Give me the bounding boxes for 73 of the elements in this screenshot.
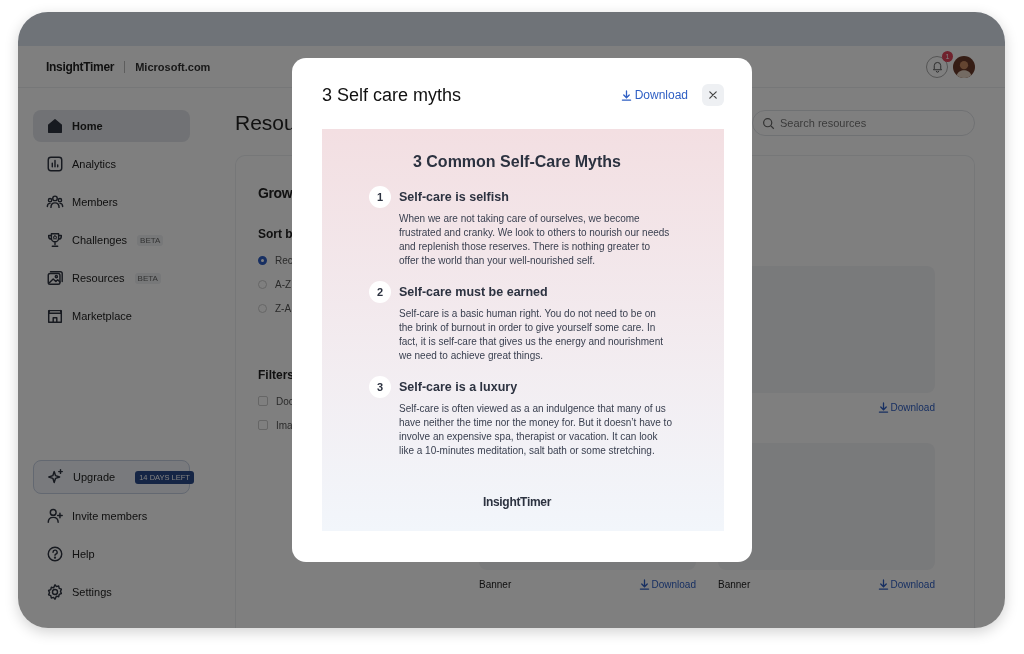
- nav-label: Resources: [72, 272, 125, 284]
- download-link[interactable]: Download: [877, 578, 935, 590]
- chart-icon: [46, 155, 64, 173]
- beta-badge: BETA: [134, 272, 161, 284]
- modal-title: 3 Self care myths: [322, 84, 462, 106]
- number-badge: 3: [369, 376, 391, 398]
- card-label: Banner: [718, 578, 751, 590]
- home-icon: [46, 117, 64, 135]
- card-label: Banner: [479, 578, 512, 590]
- store-icon: [46, 307, 64, 325]
- invite-icon: [46, 507, 64, 525]
- nav-item[interactable]: Resources BETA: [33, 262, 190, 294]
- nav-label: Analytics: [72, 158, 117, 170]
- logo: InsightTimer: [46, 59, 115, 74]
- myth-text: Self-care is often viewed as a an indulgence that many of us have neither the time nor the money for. But it doesn’t have to involve an expensive spa, therapist or vacation. It can look like a 10-minutes meditation, salt bath or some stretching.: [399, 402, 672, 458]
- sort-heading: Sort b: [258, 227, 293, 241]
- notifications-button[interactable]: [926, 55, 948, 78]
- images-icon: [46, 269, 64, 287]
- search-icon: [762, 117, 775, 130]
- nav-item[interactable]: Members: [33, 186, 190, 218]
- sort-option[interactable]: Z-A: [258, 296, 292, 320]
- help-icon: [46, 545, 64, 563]
- myth-title: Self-care is selfish: [399, 189, 510, 206]
- download-icon: [620, 89, 632, 101]
- close-icon: [709, 91, 717, 99]
- download-icon: [638, 578, 650, 590]
- organization-name: Microsoft.com: [135, 60, 211, 73]
- nav-label: Challenges: [72, 234, 128, 246]
- download-link[interactable]: Download: [638, 578, 696, 590]
- download-icon: [877, 578, 889, 590]
- myth-title: Self-care is a luxury: [399, 379, 519, 396]
- myth-text: Self-care is a basic human right. You do not need to be on the brink of burnout in order to give yourself some care. In fact, it is self-care that gives us the energy and nourishment we need to achieve great things.: [399, 307, 665, 363]
- document-heading: 3 Common Self-Care Myths: [411, 153, 622, 171]
- nav-label: Settings: [72, 586, 112, 598]
- logo: InsightTimer: [481, 495, 553, 509]
- nav-item[interactable]: Marketplace: [33, 300, 190, 332]
- download-link[interactable]: Download: [620, 88, 688, 102]
- nav-label: Home: [72, 120, 103, 132]
- beta-badge: BETA: [137, 234, 164, 246]
- nav-item[interactable]: Analytics: [33, 148, 190, 180]
- nav-label: Members: [72, 196, 118, 208]
- nav-label: Marketplace: [72, 310, 132, 322]
- checkbox[interactable]: [258, 420, 268, 430]
- nav-label: Help: [72, 548, 95, 560]
- nav-label: Upgrade: [73, 471, 116, 483]
- filter-option[interactable]: Ima: [258, 413, 293, 437]
- sort-option[interactable]: A-Z: [258, 272, 292, 296]
- radio-button[interactable]: [258, 255, 267, 265]
- trophy-icon: [46, 231, 64, 249]
- close-button[interactable]: [702, 84, 724, 106]
- checkbox[interactable]: [258, 396, 268, 406]
- sparkle-icon: [47, 468, 65, 486]
- sort-option[interactable]: Rec: [258, 248, 293, 272]
- number-badge: 1: [369, 186, 391, 208]
- avatar[interactable]: [953, 55, 975, 78]
- number-badge: 2: [369, 281, 391, 303]
- nav-item[interactable]: Invite members: [33, 500, 190, 532]
- myth-title: Self-care must be earned: [399, 284, 549, 301]
- filters-heading: Filters: [258, 368, 294, 382]
- myth-text: When we are not taking care of ourselves, we become frustrated and cranky. We look to others to nourish our needs and replenish those reserves. There is nothing greater to offer the world than your well-nourished self.: [399, 212, 671, 268]
- download-link[interactable]: Download: [877, 401, 935, 413]
- section-title: Grow: [258, 184, 293, 203]
- search-field[interactable]: Search resources: [752, 110, 975, 136]
- filter-option[interactable]: Doc: [258, 389, 294, 413]
- members-icon: [46, 193, 64, 211]
- nav-item[interactable]: Challenges BETA: [33, 224, 190, 256]
- nav-item[interactable]: Help: [33, 538, 190, 570]
- nav-label: Invite members: [72, 510, 148, 522]
- download-icon: [877, 401, 889, 413]
- bell-icon: [930, 60, 944, 73]
- nav-item[interactable]: Settings: [33, 576, 190, 608]
- settings-icon: [46, 583, 64, 601]
- nav-item[interactable]: Home: [33, 110, 190, 142]
